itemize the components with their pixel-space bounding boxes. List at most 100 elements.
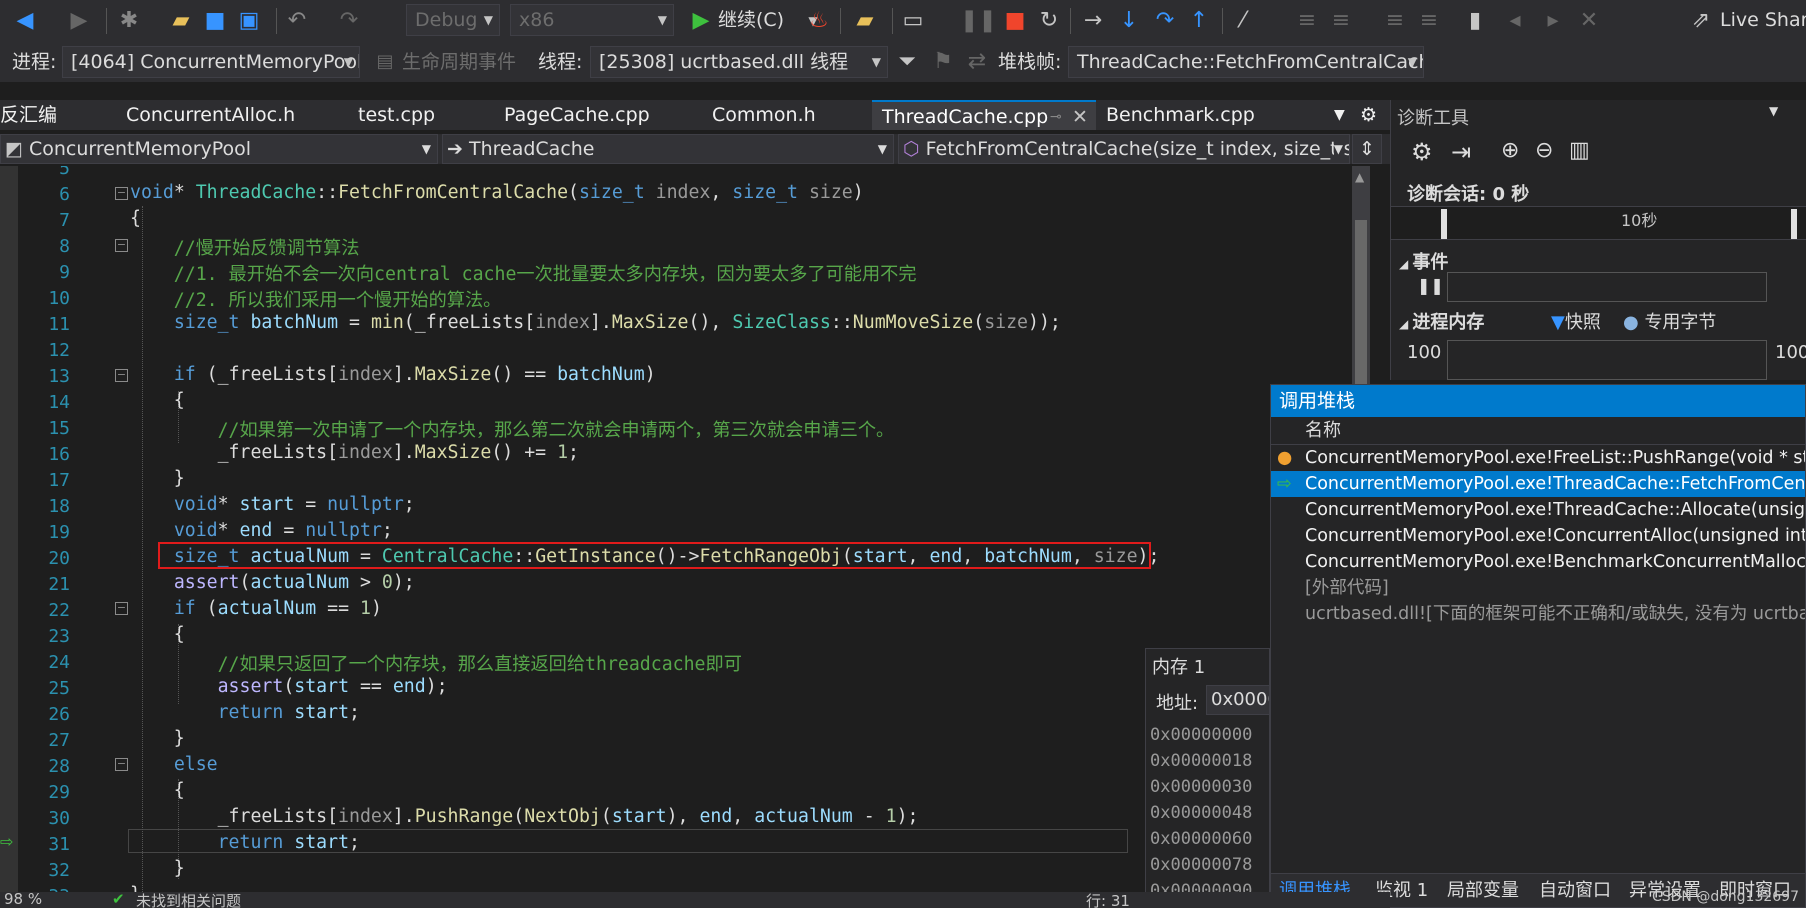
close-tab-icon[interactable]: ✕ [1072, 102, 1088, 132]
zoom-in-icon[interactable]: ⊕ [1501, 138, 1519, 163]
line-number: 23 [48, 626, 70, 647]
open-folder-icon[interactable]: ▰ [166, 6, 196, 36]
reset-zoom-icon[interactable]: ▥ [1569, 138, 1590, 163]
breakpoint-gutter[interactable] [0, 166, 18, 908]
tab-list-icon[interactable]: ▼ [1334, 100, 1345, 130]
redo-icon[interactable]: ↷ [334, 6, 364, 36]
process-dropdown[interactable]: [4064] ConcurrentMemoryPool ▼ [62, 46, 360, 78]
tab-disassembly[interactable]: 反汇编 [0, 100, 57, 130]
filter-icon[interactable]: ⏷ [892, 47, 922, 77]
save-icon[interactable]: ■ [200, 6, 230, 36]
thread-label: 线程: [538, 51, 583, 73]
events-section[interactable]: ◢ 事件 [1399, 248, 1448, 274]
timeline-handle[interactable] [1441, 209, 1447, 239]
tab-autos[interactable]: 自动窗口 [1539, 874, 1611, 908]
hex-icon[interactable]: ⁄ [1228, 6, 1258, 36]
line-number: 14 [48, 392, 70, 413]
tab-test-cpp[interactable]: test.cpp [358, 100, 435, 130]
call-stack-row[interactable]: ConcurrentMemoryPool.exe!ConcurrentAlloc… [1271, 523, 1805, 549]
call-stack-row[interactable]: ● ConcurrentMemoryPool.exe!FreeList::Push… [1271, 445, 1805, 471]
tab-benchmark-cpp[interactable]: Benchmark.cpp [1106, 100, 1255, 130]
threads-icon[interactable]: ⇄ [962, 47, 992, 77]
settings-gear-icon[interactable]: ⚙ [1360, 100, 1377, 130]
scope-dropdown[interactable]: ➔ ThreadCache ▼ [442, 134, 894, 164]
call-stack-title[interactable]: 调用堆栈 [1271, 385, 1805, 417]
thread-dropdown[interactable]: [25308] ucrtbased.dll 线程 ▼ [590, 46, 888, 78]
bookmark-icon[interactable]: ▮ [1460, 6, 1490, 36]
flag-icon[interactable]: ⚑ [928, 47, 958, 77]
zoom-out-icon[interactable]: ⊖ [1535, 138, 1553, 163]
config-dropdown[interactable]: Debug ▼ [406, 4, 500, 36]
fold-toggle[interactable]: − [115, 369, 128, 382]
call-stack-row[interactable]: ConcurrentMemoryPool.exe!ThreadCache::Al… [1271, 497, 1805, 523]
hot-reload-icon[interactable]: ♨ [804, 6, 834, 36]
platform-dropdown[interactable]: x86 ▼ [510, 4, 674, 36]
process-folder-icon[interactable]: ▰ [850, 6, 880, 36]
line-number: 15 [48, 418, 70, 439]
fold-toggle[interactable]: − [115, 187, 128, 200]
step-over-icon[interactable]: ↷ [1150, 6, 1180, 36]
axis-left-label: 100 [1407, 342, 1442, 363]
call-stack-row[interactable]: ConcurrentMemoryPool.exe!BenchmarkConcur… [1271, 549, 1805, 575]
scroll-up-icon[interactable]: ▲ [1355, 170, 1364, 184]
diag-settings-icon[interactable]: ⚙ [1411, 138, 1433, 166]
line-number: 17 [48, 470, 70, 491]
project-dropdown[interactable]: ◩ ConcurrentMemoryPool ▼ [0, 134, 438, 164]
new-item-icon[interactable]: ✱ [114, 6, 144, 36]
tab-pagecache-cpp[interactable]: PageCache.cpp [504, 100, 650, 130]
forward-icon[interactable]: ▶ [64, 6, 94, 36]
stop-icon[interactable]: ■ [1000, 6, 1030, 36]
code-line: //如果第一次申请了一个内存块，那么第二次就会申请两个，第三次就会申请三个。 [130, 420, 895, 441]
pin-icon[interactable]: ⊸ [1050, 102, 1062, 132]
diag-timeline[interactable]: 10秒 [1391, 206, 1806, 240]
undo-icon[interactable]: ↶ [282, 6, 312, 36]
fold-toggle[interactable]: − [115, 602, 128, 615]
continue-button[interactable]: 继续(C) [718, 4, 784, 36]
fold-toggle[interactable]: − [115, 758, 128, 771]
stackframe-dropdown[interactable]: ThreadCache::FetchFromCentralCache ▼ [1068, 46, 1424, 78]
split-icon[interactable]: ⇕ [1352, 134, 1382, 164]
pause-icon[interactable]: ❚❚ [960, 6, 997, 36]
project-icon: ◩ [5, 138, 29, 160]
call-stack-row[interactable]: ⇨ ConcurrentMemoryPool.exe!ThreadCache::F… [1271, 471, 1805, 497]
timeline-handle[interactable] [1791, 209, 1797, 239]
restart-icon[interactable]: ↻ [1034, 6, 1064, 36]
outdent-icon[interactable]: ≡ [1326, 6, 1356, 36]
prev-bookmark-icon[interactable]: ◂ [1500, 6, 1530, 36]
tab-threadcache-cpp[interactable]: ThreadCache.cpp ⊸ ✕ [872, 100, 1096, 130]
step-out-icon[interactable]: ↑ [1184, 6, 1214, 36]
comment-icon[interactable]: ≡ [1380, 6, 1410, 36]
timeline-tick: 10秒 [1621, 211, 1658, 230]
save-all-icon[interactable]: ▣ [234, 6, 264, 36]
uncomment-icon[interactable]: ≡ [1414, 6, 1444, 36]
live-share-button[interactable]: Live Share [1720, 4, 1806, 36]
lifecycle-events-button[interactable]: 生命周期事件 [402, 46, 516, 78]
fold-toggle[interactable]: − [115, 239, 128, 252]
line-number: 16 [48, 444, 70, 465]
process-memory-section[interactable]: ◢ 进程内存 [1399, 308, 1484, 334]
line-number: 19 [48, 522, 70, 543]
next-bookmark-icon[interactable]: ▸ [1538, 6, 1568, 36]
call-stack-row[interactable]: [外部代码] [1271, 575, 1805, 601]
tab-concurrentalloc-h[interactable]: ConcurrentAlloc.h [126, 100, 295, 130]
clear-bookmarks-icon[interactable]: ✕ [1574, 6, 1604, 36]
back-icon[interactable]: ◀ [10, 6, 40, 36]
member-dropdown[interactable]: ⬡ FetchFromCentralCache(size_t index, si… [898, 134, 1350, 164]
address-input[interactable]: 0x00000 [1206, 685, 1269, 715]
events-pause-icon[interactable]: ❚❚ [1417, 276, 1444, 295]
call-stack-row[interactable]: ucrtbased.dll![下面的框架可能不正确和/或缺失, 没有为 ucrt… [1271, 601, 1805, 627]
continue-play-icon[interactable]: ▶ [686, 6, 716, 36]
diag-export-icon[interactable]: ⇥ [1451, 138, 1471, 166]
indent-icon[interactable]: ≡ [1292, 6, 1322, 36]
live-share-icon[interactable]: ⇗ [1686, 6, 1716, 36]
diag-menu-icon[interactable]: ▼ [1769, 104, 1778, 118]
step-into-icon[interactable]: ↓ [1114, 6, 1144, 36]
show-next-statement-icon[interactable]: → [1078, 6, 1108, 36]
screen-icon[interactable]: ▭ [898, 6, 928, 36]
column-header-name[interactable]: 名称 [1271, 417, 1805, 445]
line-number: 24 [48, 652, 70, 673]
tab-common-h[interactable]: Common.h [712, 100, 816, 130]
zoom-level[interactable]: 98 % [4, 892, 42, 908]
issues-status[interactable]: 未找到相关问题 [136, 892, 241, 908]
tab-locals[interactable]: 局部变量 [1447, 874, 1519, 908]
